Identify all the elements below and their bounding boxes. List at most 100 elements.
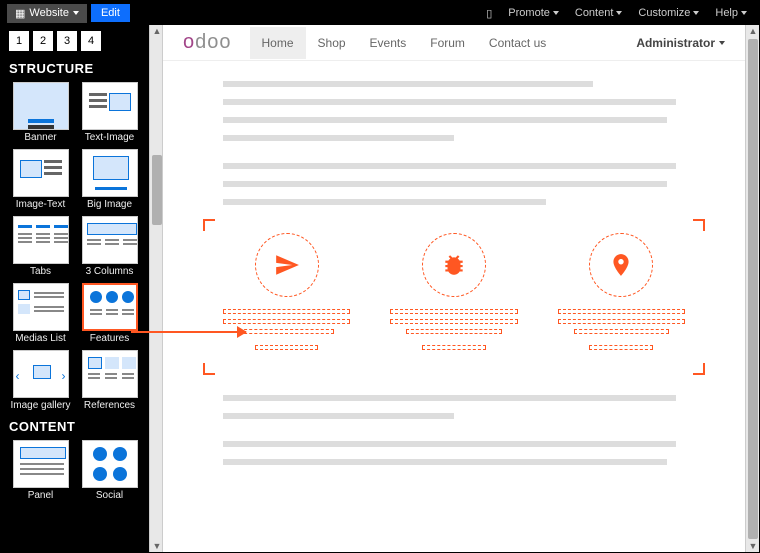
bug-icon <box>422 233 486 297</box>
content-placeholder <box>223 135 454 141</box>
block-image-text[interactable]: Image-Text <box>9 149 72 210</box>
website-canvas: odoo Home Shop Events Forum Contact us A… <box>163 25 745 552</box>
content-placeholder <box>223 199 546 205</box>
feature-placeholder <box>390 319 517 324</box>
admin-menu[interactable]: Administrator <box>636 36 725 50</box>
feature-placeholder <box>406 329 501 334</box>
image-text-thumb-icon <box>13 149 69 197</box>
pager-4[interactable]: 4 <box>81 31 101 51</box>
nav-home[interactable]: Home <box>250 27 306 59</box>
page-body[interactable] <box>163 61 745 497</box>
mobile-preview-icon[interactable]: ▯ <box>480 4 498 23</box>
website-menu-button[interactable]: ▦ Website <box>7 4 87 23</box>
blocks-sidebar: 1 2 3 4 STRUCTURE Banner Text-Image Imag… <box>1 25 149 552</box>
top-menu-promote[interactable]: Promote <box>502 4 565 22</box>
feature-placeholder <box>239 329 334 334</box>
text-image-thumb-icon <box>82 82 138 130</box>
caret-down-icon <box>741 11 747 15</box>
paper-plane-icon <box>255 233 319 297</box>
top-menu-content[interactable]: Content <box>569 4 629 22</box>
selection-corner-icon <box>693 363 705 375</box>
block-social[interactable]: Social <box>78 440 141 501</box>
nav-shop[interactable]: Shop <box>306 27 358 59</box>
grid-icon: ▦ <box>15 7 25 20</box>
block-big-image[interactable]: Big Image <box>78 149 141 210</box>
big-image-thumb-icon <box>82 149 138 197</box>
top-menu-customize[interactable]: Customize <box>632 4 705 22</box>
scroll-down-icon[interactable]: ▼ <box>748 540 758 552</box>
selection-corner-icon <box>693 219 705 231</box>
social-thumb-icon <box>82 440 138 488</box>
block-text-image[interactable]: Text-Image <box>78 82 141 143</box>
feature-placeholder <box>574 329 669 334</box>
three-columns-thumb-icon <box>82 216 138 264</box>
banner-thumb-icon <box>13 82 69 130</box>
edit-button[interactable]: Edit <box>91 4 130 22</box>
feature-placeholder <box>422 345 486 350</box>
content-placeholder <box>223 395 676 401</box>
feature-placeholder <box>558 319 685 324</box>
scroll-thumb[interactable] <box>152 155 162 225</box>
nav-events[interactable]: Events <box>358 27 419 59</box>
block-three-columns[interactable]: 3 Columns <box>78 216 141 277</box>
block-features[interactable]: Features <box>78 283 141 344</box>
caret-down-icon <box>73 11 79 15</box>
website-label: Website <box>29 7 69 19</box>
block-tabs[interactable]: Tabs <box>9 216 72 277</box>
content-placeholder <box>223 117 667 123</box>
topbar: ▦ Website Edit ▯ Promote Content Customi… <box>1 1 759 25</box>
pager-2[interactable]: 2 <box>33 31 53 51</box>
content-placeholder <box>223 441 676 447</box>
features-thumb-icon <box>82 283 138 331</box>
block-image-gallery[interactable]: ‹› Image gallery <box>9 350 72 411</box>
map-pin-icon <box>589 233 653 297</box>
top-menu-help[interactable]: Help <box>709 4 753 22</box>
scroll-up-icon[interactable]: ▲ <box>152 25 162 37</box>
pager-1[interactable]: 1 <box>9 31 29 51</box>
block-banner[interactable]: Banner <box>9 82 72 143</box>
selection-corner-icon <box>203 219 215 231</box>
pager-3[interactable]: 3 <box>57 31 77 51</box>
scroll-up-icon[interactable]: ▲ <box>748 25 758 37</box>
site-nav: Home Shop Events Forum Contact us <box>250 27 559 59</box>
feature-column <box>390 233 517 355</box>
caret-down-icon <box>693 11 699 15</box>
caret-down-icon <box>616 11 622 15</box>
medias-list-thumb-icon <box>13 283 69 331</box>
site-header: odoo Home Shop Events Forum Contact us A… <box>163 25 745 61</box>
features-drop-preview[interactable] <box>203 219 705 375</box>
section-content-title: CONTENT <box>9 419 141 434</box>
content-placeholder <box>223 181 667 187</box>
feature-placeholder <box>255 345 319 350</box>
site-logo[interactable]: odoo <box>183 31 232 54</box>
content-placeholder <box>223 81 593 87</box>
feature-placeholder <box>223 309 350 314</box>
content-placeholder <box>223 459 667 465</box>
references-thumb-icon <box>82 350 138 398</box>
caret-down-icon <box>719 41 725 45</box>
nav-forum[interactable]: Forum <box>418 27 477 59</box>
block-references[interactable]: References <box>78 350 141 411</box>
feature-column <box>558 233 685 355</box>
feature-placeholder <box>223 319 350 324</box>
scroll-thumb[interactable] <box>748 39 758 539</box>
scroll-down-icon[interactable]: ▼ <box>152 540 162 552</box>
feature-placeholder <box>589 345 653 350</box>
content-placeholder <box>223 99 676 105</box>
panel-thumb-icon <box>13 440 69 488</box>
pager: 1 2 3 4 <box>9 31 141 51</box>
block-medias-list[interactable]: Medias List <box>9 283 72 344</box>
selection-corner-icon <box>203 363 215 375</box>
section-structure-title: STRUCTURE <box>9 61 141 76</box>
block-panel[interactable]: Panel <box>9 440 72 501</box>
feature-placeholder <box>558 309 685 314</box>
feature-placeholder <box>390 309 517 314</box>
caret-down-icon <box>553 11 559 15</box>
content-placeholder <box>223 163 676 169</box>
tabs-thumb-icon <box>13 216 69 264</box>
canvas-scrollbar-right[interactable]: ▲ ▼ <box>745 25 759 552</box>
drag-arrow-icon <box>131 331 246 333</box>
nav-contact[interactable]: Contact us <box>477 27 558 59</box>
canvas-scrollbar-left[interactable]: ▲ ▼ <box>149 25 163 552</box>
image-gallery-thumb-icon: ‹› <box>13 350 69 398</box>
